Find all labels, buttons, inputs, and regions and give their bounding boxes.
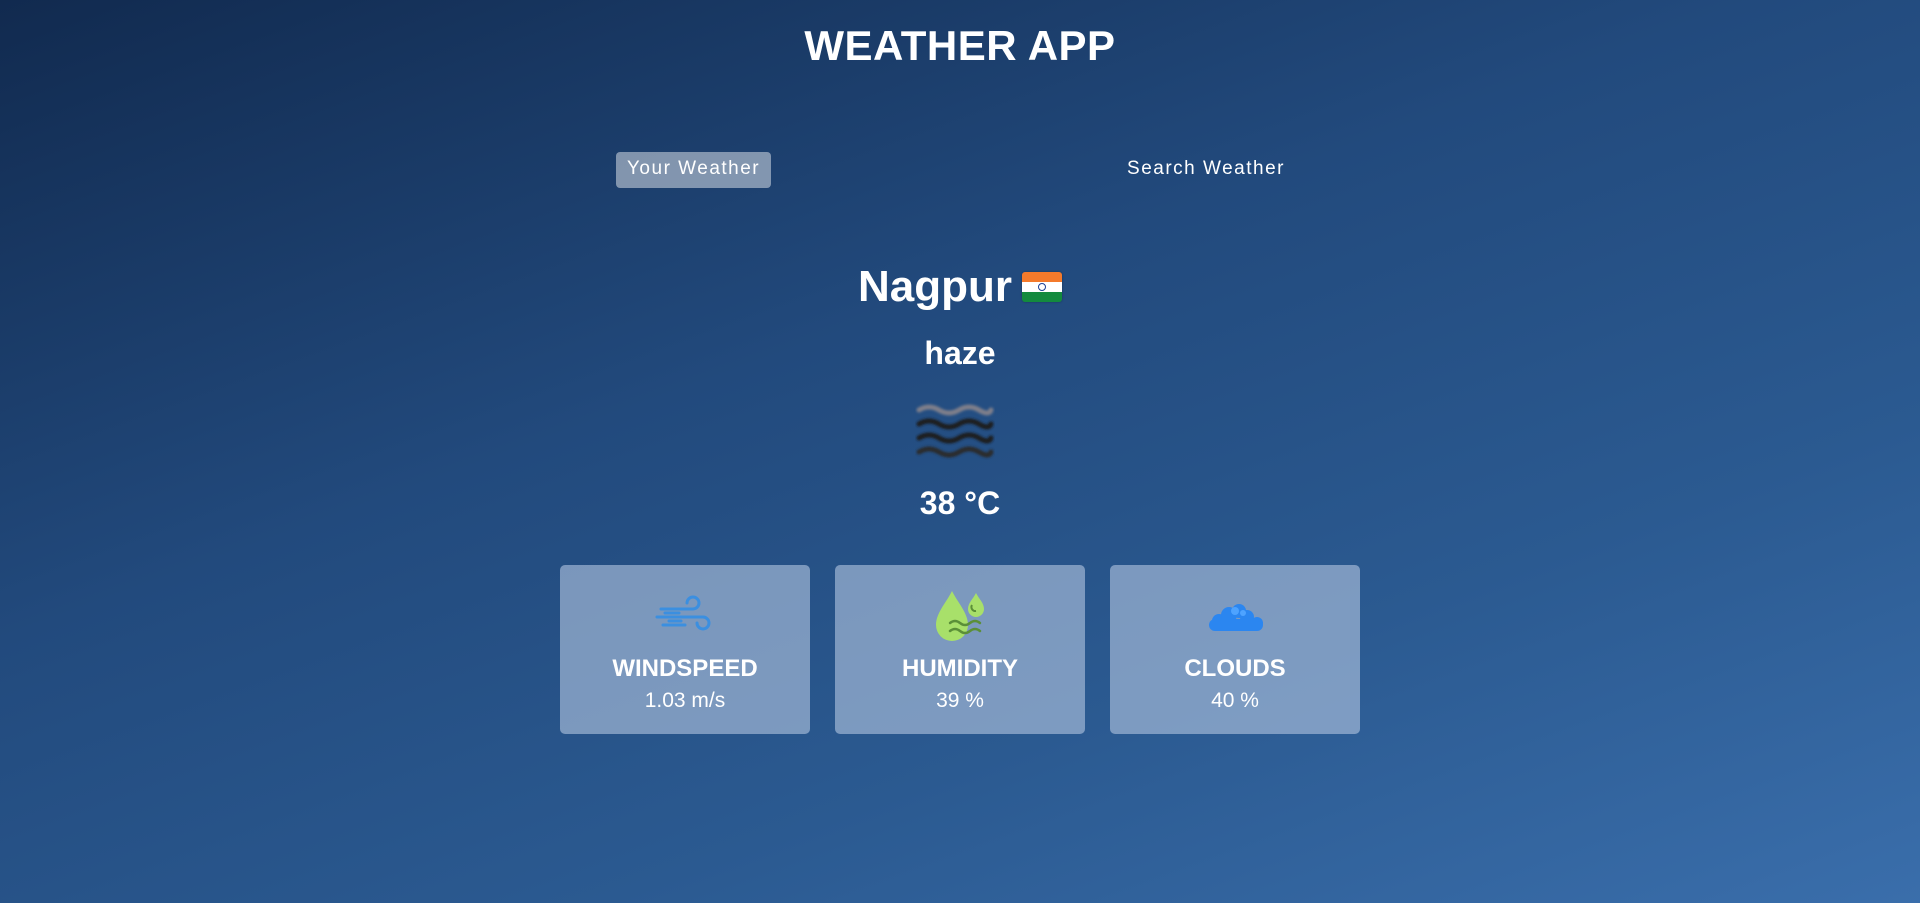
humidity-label: HUMIDITY xyxy=(902,655,1018,682)
location-row: Nagpur xyxy=(0,262,1920,312)
wind-icon xyxy=(655,595,711,631)
windspeed-card: WINDSPEED 1.03 m/s xyxy=(560,565,810,734)
stats-container: WINDSPEED 1.03 m/s HUMIDITY 39 % CLOUDS … xyxy=(560,565,1360,734)
windspeed-value: 1.03 m/s xyxy=(644,689,726,712)
humidity-card: HUMIDITY 39 % xyxy=(835,565,1085,734)
weather-description: haze xyxy=(924,335,996,371)
haze-icon xyxy=(916,404,994,458)
app-title: WEATHER APP xyxy=(804,22,1116,69)
clouds-card: CLOUDS 40 % xyxy=(1110,565,1360,734)
windspeed-label: WINDSPEED xyxy=(612,655,758,682)
india-flag-icon xyxy=(1022,272,1062,302)
tab-bar: Your Weather Search Weather xyxy=(616,152,1296,188)
tab-your-weather[interactable]: Your Weather xyxy=(616,152,772,188)
clouds-value: 40 % xyxy=(1211,689,1259,712)
city-name: Nagpur xyxy=(858,262,1012,311)
humidity-value: 39 % xyxy=(936,689,984,712)
temperature: 38 °C xyxy=(919,485,1001,521)
tab-search-weather[interactable]: Search Weather xyxy=(1116,152,1296,188)
cloud-icon xyxy=(1209,604,1263,631)
humidity-drop-icon xyxy=(936,591,984,641)
clouds-label: CLOUDS xyxy=(1184,655,1286,682)
